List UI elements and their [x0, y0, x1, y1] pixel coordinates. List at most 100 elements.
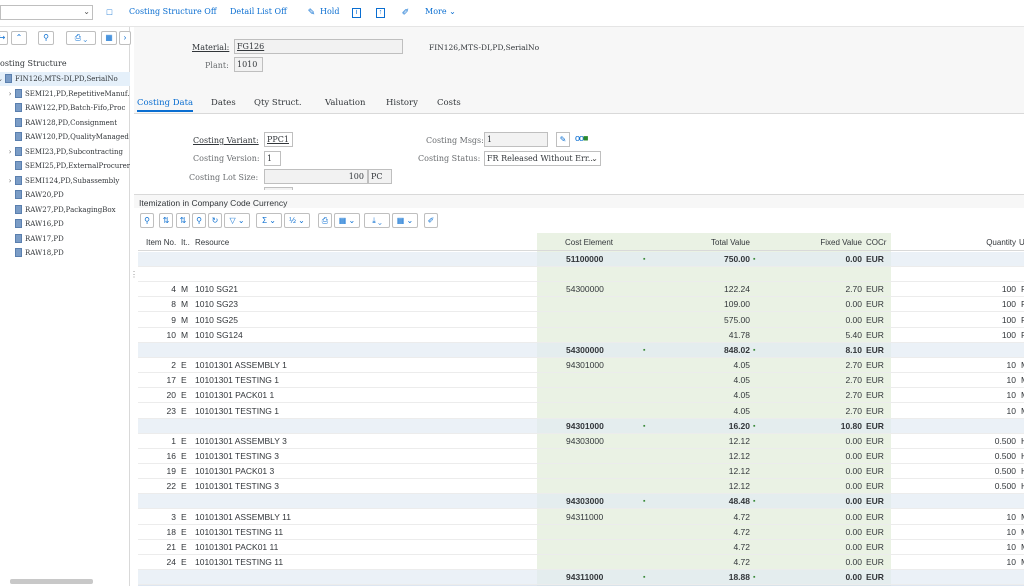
hold-icon[interactable]: ✎: [306, 6, 317, 18]
tree-node[interactable]: RAW20,PD: [0, 188, 130, 202]
tree-node[interactable]: SEMI25,PD,ExternalProcurer: [0, 159, 130, 173]
subtotal-row[interactable]: 51100000 750.00 0.00 EUR ▪ ▪: [138, 252, 1024, 267]
more-menu-button[interactable]: More ⌄: [425, 7, 456, 16]
tools-icon[interactable]: ✐: [400, 6, 411, 18]
scroll-right-icon[interactable]: ›: [119, 31, 131, 45]
col-quantity[interactable]: Quantity: [928, 238, 1016, 247]
material-label: Material:: [192, 43, 230, 52]
print-icon[interactable]: ⎙ ⌄: [66, 31, 96, 45]
col-item-category[interactable]: It..: [181, 238, 190, 247]
material-field[interactable]: FG126: [234, 39, 403, 54]
expand-node-icon[interactable]: ›: [6, 87, 14, 101]
search-icon[interactable]: ⚲: [38, 31, 54, 45]
costing-variant-field[interactable]: PPC1: [264, 132, 293, 147]
details-icon[interactable]: ⚲: [140, 213, 154, 228]
subtotal-row[interactable]: 94311000 18.88 0.00 EUR ▪ ▪: [138, 570, 1024, 586]
tree-node[interactable]: RAW18,PD: [0, 246, 130, 260]
table-row[interactable]: 23E10101301 TESTING 14.052.70EUR10M: [138, 404, 1024, 419]
cell-currency: EUR: [866, 344, 884, 355]
table-row[interactable]: 10 M 1010 SG124 41.78 5.40 EUR 100 P: [138, 328, 1024, 343]
tab-valuation[interactable]: Valuation: [325, 98, 365, 108]
layout-icon[interactable]: ▦: [101, 31, 117, 45]
sum-icon[interactable]: Σ ⌄: [256, 213, 282, 228]
command-dropdown[interactable]: ⌄: [0, 5, 93, 20]
tree-node[interactable]: RAW120,PD,QualityManaged: [0, 130, 130, 144]
col-currency[interactable]: COCr: [866, 238, 886, 247]
table-row[interactable]: 21E10101301 PACK01 114.720.00EUR10M: [138, 540, 1024, 555]
tab-costs[interactable]: Costs: [437, 98, 461, 108]
table-row[interactable]: 3 E 10101301 ASSEMBLY 11 94311000 4.72 0.00 EU…: [138, 510, 1024, 525]
detail-list-off-button[interactable]: Detail List Off: [230, 7, 287, 16]
message-log-icon[interactable]: ✎: [556, 132, 570, 147]
table-row[interactable]: 18E10101301 TESTING 114.720.00EUR10M: [138, 525, 1024, 540]
table-row[interactable]: 19E10101301 PACK01 312.120.00EUR0.500H: [138, 464, 1024, 480]
tree-node[interactable]: › SEMI23,PD,Subcontracting: [0, 145, 130, 159]
find-icon[interactable]: ⚲: [192, 213, 206, 228]
export-icon[interactable]: ⤓ ⌄: [364, 213, 390, 228]
subtotal-row[interactable]: 94303000 48.48 0.00 EUR ▪ ▪: [138, 494, 1024, 510]
sort-descending-icon[interactable]: ⇅: [176, 213, 190, 228]
cell-fixed-value: 0.00: [845, 450, 862, 461]
tree-node[interactable]: RAW16,PD: [0, 217, 130, 231]
document-icon[interactable]: □: [104, 6, 115, 18]
col-item-no[interactable]: Item No.: [146, 238, 176, 247]
tree-node[interactable]: RAW27,PD,PackagingBox: [0, 203, 130, 217]
col-total-value[interactable]: Total Value: [658, 238, 750, 247]
tree-node[interactable]: RAW17,PD: [0, 232, 130, 246]
expand-node-icon[interactable]: ›: [6, 174, 14, 188]
cell-total-value: 12.12: [728, 466, 750, 477]
print-preview-icon[interactable]: ⎙: [318, 213, 332, 228]
costing-lot-size-field[interactable]: 100: [264, 169, 368, 184]
sort-ascending-icon[interactable]: ⇅: [159, 213, 173, 228]
plant-field[interactable]: 1010: [234, 57, 263, 72]
find-next-icon[interactable]: ↻: [208, 213, 222, 228]
tab-costing-data[interactable]: Costing Data: [137, 98, 194, 112]
hold-button[interactable]: Hold: [320, 7, 339, 16]
table-row[interactable]: 22E10101301 TESTING 312.120.00EUR0.500H: [138, 479, 1024, 495]
layout-select-icon[interactable]: ▦ ⌄: [392, 213, 418, 228]
tree-node[interactable]: › SEMI21,PD,RepetitiveManuf.: [0, 87, 130, 101]
horizontal-scrollbar[interactable]: [10, 579, 93, 584]
col-resource[interactable]: Resource: [195, 238, 229, 247]
col-fixed-value[interactable]: Fixed Value: [778, 238, 862, 247]
tab-dates[interactable]: Dates: [211, 98, 236, 108]
subtotal-row[interactable]: 94301000 16.20 10.80 EUR ▪ ▪: [138, 418, 1024, 434]
table-row[interactable]: 2 E 10101301 ASSEMBLY 1 94301000 4.05 2.70 EUR…: [138, 358, 1024, 374]
page-icon[interactable]: ↑: [376, 8, 385, 18]
lot-size-unit-field[interactable]: PC: [368, 169, 392, 184]
cell-item-category: E: [181, 557, 187, 567]
tree-node[interactable]: ⌄ FIN126,MTS-DI,PD,SerialNo: [0, 72, 130, 86]
col-unit[interactable]: U: [1019, 238, 1024, 247]
tab-history[interactable]: History: [386, 98, 418, 108]
tree-node[interactable]: RAW128,PD,Consignment: [0, 116, 130, 130]
expand-node-icon[interactable]: ›: [6, 145, 14, 159]
table-row[interactable]: 16E10101301 TESTING 312.120.00EUR0.500H: [138, 449, 1024, 464]
table-row[interactable]: 8 M 1010 SG23 109.00 0.00 EUR 100 P: [138, 297, 1024, 313]
expand-icon[interactable]: ↪: [0, 31, 8, 45]
material-node-icon: [15, 88, 22, 98]
info-icon[interactable]: i: [352, 8, 361, 18]
table-row[interactable]: 17E10101301 TESTING 14.052.70EUR10M: [138, 373, 1024, 389]
collapse-all-icon[interactable]: ⌃: [11, 31, 27, 45]
tree-node[interactable]: › SEMI124,PD,Subassembly: [0, 174, 130, 188]
panel-splitter[interactable]: ⋮: [130, 270, 138, 282]
table-row[interactable]: 20E10101301 PACK01 14.052.70EUR10M: [138, 388, 1024, 404]
tree-node-label: RAW27,PD,PackagingBox: [25, 205, 116, 214]
collapse-node-icon[interactable]: ⌄: [0, 72, 4, 86]
costing-version-field[interactable]: 1: [264, 151, 281, 166]
subtotal-icon[interactable]: ½ ⌄: [284, 213, 310, 228]
views-icon[interactable]: ▦ ⌄: [334, 213, 360, 228]
subtotal-row[interactable]: 54300000 848.02 8.10 EUR ▪ ▪: [138, 342, 1024, 358]
tab-qty-struct[interactable]: Qty Struct.: [254, 98, 302, 108]
table-row[interactable]: 1 E 10101301 ASSEMBLY 3 94303000 12.12 0.00 EU…: [138, 434, 1024, 449]
table-row[interactable]: 24E10101301 TESTING 114.720.00EUR10M: [138, 555, 1024, 570]
col-cost-element[interactable]: Cost Element: [565, 238, 613, 247]
costing-msgs-field[interactable]: 1: [484, 132, 548, 147]
costing-status-select[interactable]: FR Released Without Err... ⌄: [484, 151, 601, 166]
table-row[interactable]: 4 M 1010 SG21 54300000 122.24 2.70 EUR 100 P: [138, 282, 1024, 298]
costing-structure-off-button[interactable]: Costing Structure Off: [129, 7, 217, 16]
settings-icon[interactable]: ✐: [424, 213, 438, 228]
filter-icon[interactable]: ▽ ⌄: [224, 213, 250, 228]
tree-node[interactable]: RAW122,PD,Batch-Fifo,Proc: [0, 101, 130, 115]
table-row[interactable]: 9 M 1010 SG25 575.00 0.00 EUR 100 P: [138, 313, 1024, 328]
